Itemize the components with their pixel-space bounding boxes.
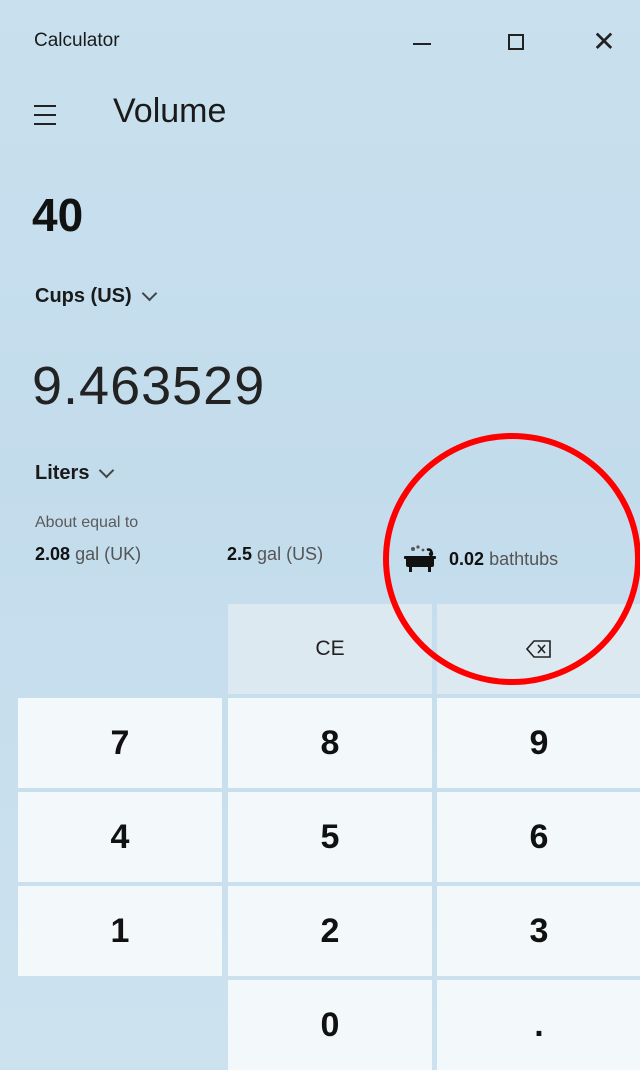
digit-5-button[interactable]: 5 <box>228 792 432 882</box>
equivalent-value: 2.5 <box>227 544 253 564</box>
from-unit-label: Cups (US) <box>35 285 132 307</box>
from-unit-dropdown[interactable]: Cups (US) <box>35 285 157 308</box>
keypad-spacer <box>18 980 222 1070</box>
digit-1-button[interactable]: 1 <box>18 886 222 976</box>
digit-4-button[interactable]: 4 <box>18 792 222 882</box>
about-equal-label: About equal to <box>35 514 139 531</box>
input-value[interactable]: 40 <box>32 188 83 242</box>
mode-title: Volume <box>113 92 227 130</box>
minimize-button[interactable] <box>392 16 452 68</box>
chevron-down-icon <box>99 462 115 479</box>
digit-7-button[interactable]: 7 <box>18 698 222 788</box>
equivalent-gal-uk: 2.08 gal (UK) <box>35 544 141 565</box>
output-value[interactable]: 9.463529 <box>32 355 265 417</box>
digit-9-button[interactable]: 9 <box>437 698 640 788</box>
maximize-icon <box>508 34 524 50</box>
digit-8-button[interactable]: 8 <box>228 698 432 788</box>
close-button[interactable]: ✕ <box>574 16 634 68</box>
digit-6-button[interactable]: 6 <box>437 792 640 882</box>
hamburger-menu-icon[interactable] <box>34 105 60 125</box>
to-unit-dropdown[interactable]: Liters <box>35 462 115 485</box>
annotation-circle <box>383 433 640 685</box>
equivalent-gal-us: 2.5 gal (US) <box>227 544 323 565</box>
maximize-button[interactable] <box>486 16 546 68</box>
decimal-point-button[interactable]: . <box>437 980 640 1070</box>
chevron-down-icon <box>141 285 157 302</box>
equivalent-unit: gal (UK) <box>75 544 142 564</box>
minimize-icon <box>413 43 431 45</box>
close-icon: ✕ <box>592 26 616 57</box>
digit-3-button[interactable]: 3 <box>437 886 640 976</box>
equivalent-value: 2.08 <box>35 544 71 564</box>
equivalent-unit: gal (US) <box>257 544 324 564</box>
digit-2-button[interactable]: 2 <box>228 886 432 976</box>
keypad-spacer <box>18 604 222 694</box>
to-unit-label: Liters <box>35 462 90 484</box>
digit-0-button[interactable]: 0 <box>228 980 432 1070</box>
app-title: Calculator <box>34 30 120 51</box>
